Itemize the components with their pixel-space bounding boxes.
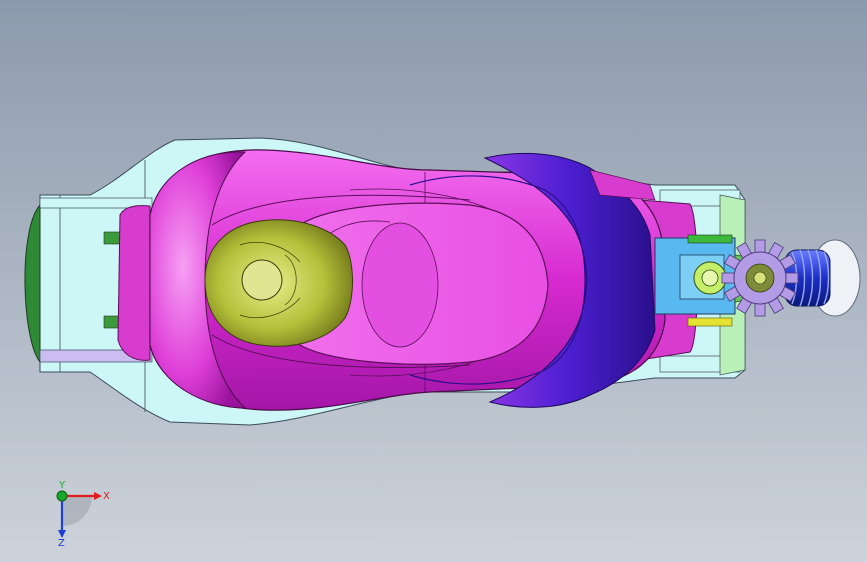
- orientation-triad[interactable]: X Y Z: [44, 478, 114, 548]
- x-axis-label: X: [103, 491, 110, 502]
- z-axis-label: Z: [58, 538, 65, 548]
- z-axis-arrow: [58, 530, 66, 538]
- x-axis-arrow: [94, 492, 102, 500]
- y-axis-dot: [56, 490, 68, 502]
- triad-shadow: [62, 496, 92, 526]
- inner-toe-cup[interactable]: [204, 219, 353, 347]
- y-axis-label: Y: [58, 480, 66, 491]
- cad-model-shoe[interactable]: [0, 0, 867, 562]
- 3d-viewport[interactable]: X Y Z: [0, 0, 867, 562]
